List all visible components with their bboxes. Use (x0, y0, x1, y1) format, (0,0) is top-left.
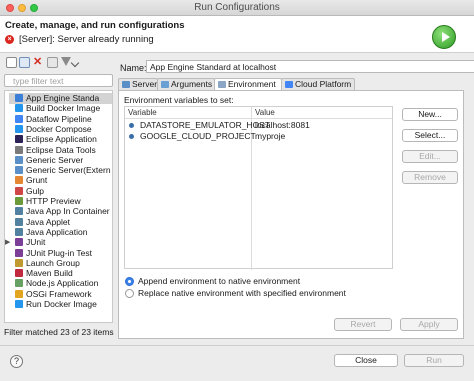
docker-icon (15, 124, 23, 133)
docker-icon (15, 104, 23, 113)
server-tab-icon (122, 81, 130, 88)
server-icon (15, 155, 23, 164)
collapse-all-icon[interactable] (47, 57, 58, 68)
run-icon (432, 25, 456, 49)
docker-icon (15, 300, 23, 308)
footer-separator (0, 345, 474, 346)
dialog-title: Create, manage, and run configurations (5, 20, 185, 31)
tree-item-label: Eclipse Application (26, 134, 97, 145)
dialog-header: Create, manage, and run configurations ×… (0, 16, 474, 53)
remove-button[interactable]: Remove (402, 171, 458, 184)
java-icon (15, 207, 23, 216)
maven-icon (15, 269, 23, 278)
replace-radio[interactable] (125, 289, 134, 298)
tree-item-label: Generic Server(Extern (26, 165, 111, 176)
variable-name: DATASTORE_EMULATOR_HOST (140, 120, 271, 130)
variable-value: myproje (255, 131, 286, 141)
tree-item-label: Gulp (26, 185, 44, 196)
grunt-icon (15, 176, 23, 185)
name-label: Name: (120, 63, 147, 73)
revert-button[interactable]: Revert (334, 318, 392, 331)
variable-name: GOOGLE_CLOUD_PROJECT (140, 131, 256, 141)
app-engine-icon (15, 94, 23, 102)
error-message: [Server]: Server already running (19, 34, 154, 45)
help-icon[interactable]: ? (10, 355, 23, 368)
nodejs-icon (15, 279, 23, 288)
variable-icon (129, 134, 134, 139)
duplicate-icon[interactable] (19, 57, 30, 68)
new-config-icon[interactable] (6, 57, 17, 68)
tree-item-label: Run Docker Image (26, 299, 97, 309)
table-row[interactable]: GOOGLE_CLOUD_PROJECT myproje (125, 131, 392, 142)
gulp-icon (15, 186, 23, 195)
name-field[interactable]: App Engine Standard at localhost (146, 60, 474, 73)
variable-icon (129, 123, 134, 128)
new-button[interactable]: New... (402, 108, 458, 121)
tree-item-label: Generic Server (26, 154, 84, 165)
dataflow-icon (15, 114, 23, 123)
window-titlebar: Run Configurations (0, 0, 474, 16)
http-icon (15, 197, 23, 205)
tree-item-label: Java Application (26, 226, 88, 237)
configuration-editor: Name: App Engine Standard at localhost S… (118, 57, 474, 342)
cloud-platform-icon (285, 81, 293, 88)
tree-item-label: JUnit Plug-in Test (26, 247, 92, 258)
tree-item-label: JUnit (26, 237, 46, 248)
applet-icon (15, 217, 23, 226)
filter-input[interactable]: type filter text (4, 74, 113, 87)
window-title: Run Configurations (194, 2, 280, 13)
column-header-variable[interactable]: Variable (128, 108, 157, 117)
filter-icon[interactable] (61, 57, 71, 66)
tree-item-label: Java App In Container (26, 206, 110, 217)
junit-icon (15, 238, 23, 247)
error-icon: × (5, 35, 14, 44)
append-radio[interactable] (125, 277, 134, 286)
table-row[interactable]: DATASTORE_EMULATOR_HOST localhost:8081 (125, 120, 392, 131)
tab-arguments[interactable]: Arguments (157, 78, 215, 90)
run-button[interactable]: Run (404, 354, 464, 367)
junit-icon (15, 248, 23, 257)
select-button[interactable]: Select... (402, 129, 458, 142)
tree-item[interactable]: Run Docker Image (9, 299, 112, 310)
tree-item-label: Maven Build (26, 268, 73, 279)
tab-environment[interactable]: Environment (214, 78, 282, 90)
tree-item-label: App Engine Standa (26, 93, 100, 103)
column-header-value[interactable]: Value (255, 108, 275, 117)
filter-status: Filter matched 23 of 23 items (4, 327, 114, 337)
edit-button[interactable]: Edit... (402, 150, 458, 163)
tab-server[interactable]: Server (118, 78, 158, 90)
tab-cloud-platform[interactable]: Cloud Platform (281, 78, 355, 90)
java-app-icon (15, 227, 23, 236)
tree-item-label: OSGi Framework (26, 288, 92, 299)
close-button[interactable]: Close (334, 354, 398, 367)
database-icon (15, 145, 23, 154)
tree-item-label: Java Applet (26, 216, 70, 227)
eclipse-icon (15, 135, 23, 144)
arguments-icon (161, 81, 169, 88)
chevron-down-icon[interactable] (70, 58, 80, 68)
tree-item-label: Eclipse Data Tools (26, 144, 96, 155)
environment-variables-label: Environment variables to set: (124, 95, 234, 105)
configuration-tree[interactable]: App Engine Standa Build Docker Image Dataf… (4, 90, 113, 323)
tree-item-label: HTTP Preview (26, 196, 81, 206)
tree-item-label: Build Docker Image (26, 103, 101, 114)
apply-button[interactable]: Apply (400, 318, 458, 331)
tree-item-label: Dataflow Pipeline (26, 113, 92, 124)
tree-item-label: Grunt (26, 175, 48, 186)
osgi-icon (15, 289, 23, 298)
launch-group-icon (15, 258, 23, 267)
tree-item-label: Docker Compose (26, 123, 92, 134)
variable-value: localhost:8081 (255, 120, 310, 130)
tree-item-label: Launch Group (26, 257, 80, 268)
environment-icon (218, 81, 226, 88)
tree-item-label: Node.js Application (26, 278, 99, 289)
environment-panel: Environment variables to set: Variable V… (118, 90, 464, 339)
delete-icon[interactable]: ✕ (33, 57, 44, 68)
environment-table[interactable]: Variable Value DATASTORE_EMULATOR_HOST l… (124, 106, 393, 270)
server-icon (15, 166, 23, 175)
configuration-type-pane: ✕ type filter text App Engine Standa Buil… (4, 57, 113, 342)
